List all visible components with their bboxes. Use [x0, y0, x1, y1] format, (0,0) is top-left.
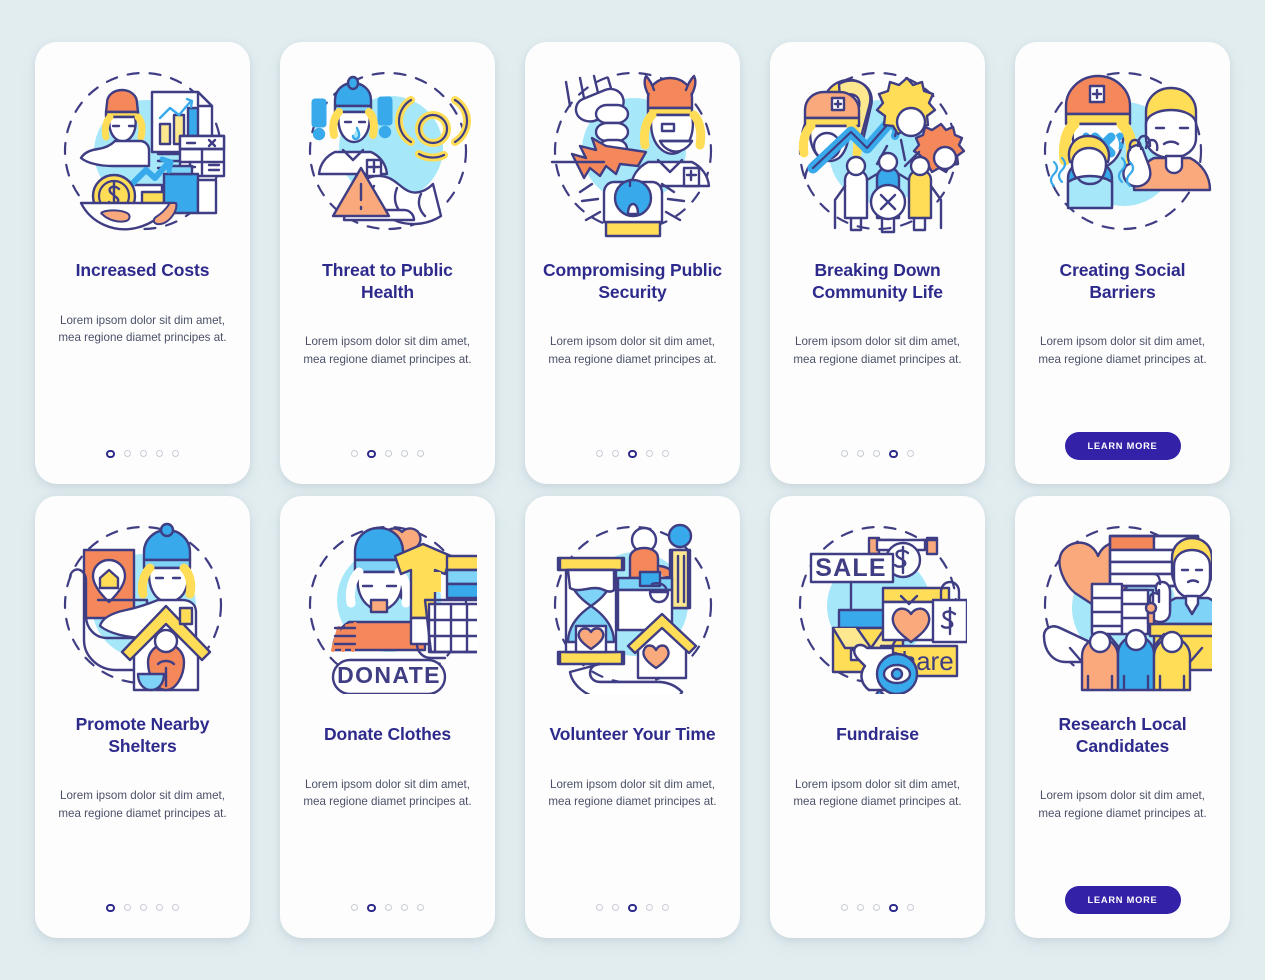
pagination-dot-1[interactable] [841, 450, 849, 458]
pagination-dots[interactable] [596, 449, 669, 485]
pagination-dots[interactable] [351, 903, 424, 939]
onboarding-screen-promote-nearby-shelters[interactable]: Promote Nearby Shelters Lorem ipsom dolo… [35, 496, 250, 938]
onboarding-screen-fundraise[interactable]: SALE Share Fundraise Lorem ipsom dolor s… [770, 496, 985, 938]
pagination-dot-1[interactable] [106, 449, 115, 458]
screen-body: Lorem ipsom dolor sit dim amet, mea regi… [1038, 335, 1207, 366]
pagination-dot-2[interactable] [612, 450, 620, 458]
pagination-dot-5[interactable] [661, 904, 669, 912]
pagination-dot-3[interactable] [873, 450, 881, 458]
pagination-dot-4[interactable] [155, 450, 163, 458]
screen-title: Fundraise [836, 724, 919, 744]
pagination-dot-4[interactable] [645, 904, 653, 912]
pagination-dot-4[interactable] [889, 903, 898, 912]
pagination-dot-2[interactable] [857, 904, 865, 912]
pagination-dots[interactable] [106, 449, 179, 485]
illustration-fundraise: SALE Share [770, 496, 985, 708]
onboarding-screen-compromising-public-security[interactable]: Compromising Public Security Lorem ipsom… [525, 42, 740, 484]
pagination-dot-1[interactable] [106, 903, 115, 912]
onboarding-screen-donate-clothes[interactable]: DONATE Donate Clothes Lorem ipsom dolor … [280, 496, 495, 938]
screen-title: Creating Social Barriers [1059, 260, 1186, 302]
pagination-dot-4[interactable] [645, 450, 653, 458]
screen-body: Lorem ipsom dolor sit dim amet, mea regi… [303, 777, 472, 808]
pagination-dots[interactable] [841, 449, 914, 485]
onboarding-screen-research-local-candidates[interactable]: Research Local Candidates Lorem ipsom do… [1015, 496, 1230, 938]
illustration-breaking-down-community-life [770, 42, 985, 254]
pagination-dot-2[interactable] [123, 450, 131, 458]
pagination-dot-2[interactable] [367, 903, 376, 912]
illustration-promote-nearby-shelters [35, 496, 250, 708]
onboarding-screen-breaking-down-community-life[interactable]: Breaking Down Community Life Lorem ipsom… [770, 42, 985, 484]
pagination-dot-4[interactable] [400, 904, 408, 912]
illustration-volunteer-your-time [525, 496, 740, 708]
screen-title: Increased Costs [75, 260, 210, 280]
pagination-dot-2[interactable] [857, 450, 865, 458]
screen-title: Research Local Candidates [1058, 714, 1187, 756]
pagination-dot-4[interactable] [889, 449, 898, 458]
screen-body: Lorem ipsom dolor sit dim amet, mea regi… [1038, 789, 1207, 820]
pagination-dot-2[interactable] [367, 449, 376, 458]
illustration-compromising-public-security [525, 42, 740, 254]
illustration-donate-clothes: DONATE [280, 496, 495, 708]
pagination-dot-5[interactable] [171, 450, 179, 458]
pagination-dot-2[interactable] [123, 904, 131, 912]
screen-body: Lorem ipsom dolor sit dim amet, mea regi… [58, 789, 227, 820]
pagination-dot-4[interactable] [400, 450, 408, 458]
screen-body: Lorem ipsom dolor sit dim amet, mea regi… [58, 313, 227, 344]
onboarding-screen-volunteer-your-time[interactable]: Volunteer Your Time Lorem ipsom dolor si… [525, 496, 740, 938]
pagination-dot-3[interactable] [139, 904, 147, 912]
pagination-dots[interactable] [596, 903, 669, 939]
pagination-dot-3[interactable] [384, 904, 392, 912]
onboarding-screen-creating-social-barriers[interactable]: Creating Social Barriers Lorem ipsom dol… [1015, 42, 1230, 484]
screen-title: Promote Nearby Shelters [75, 714, 210, 756]
illustration-threat-to-public-health [280, 42, 495, 254]
sale-illustration-label: SALE [815, 554, 886, 582]
onboarding-screens-board: Increased Costs Lorem ipsom dolor sit di… [0, 0, 1265, 980]
pagination-dot-5[interactable] [416, 450, 424, 458]
pagination-dot-3[interactable] [628, 903, 637, 912]
pagination-dot-2[interactable] [612, 904, 620, 912]
pagination-dot-3[interactable] [139, 450, 147, 458]
screen-body: Lorem ipsom dolor sit dim amet, mea regi… [548, 777, 717, 808]
pagination-dot-4[interactable] [155, 904, 163, 912]
pagination-dots[interactable] [106, 903, 179, 939]
pagination-dot-1[interactable] [841, 904, 849, 912]
pagination-dots[interactable] [841, 903, 914, 939]
screen-body: Lorem ipsom dolor sit dim amet, mea regi… [548, 335, 717, 366]
screen-title: Breaking Down Community Life [812, 260, 943, 302]
onboarding-screen-threat-to-public-health[interactable]: Threat to Public Health Lorem ipsom dolo… [280, 42, 495, 484]
donate-illustration-label: DONATE [337, 662, 441, 688]
pagination-dot-5[interactable] [906, 904, 914, 912]
pagination-dot-5[interactable] [416, 904, 424, 912]
illustration-creating-social-barriers [1015, 42, 1230, 254]
screen-body: Lorem ipsom dolor sit dim amet, mea regi… [303, 335, 472, 366]
screen-body: Lorem ipsom dolor sit dim amet, mea regi… [793, 777, 962, 808]
pagination-dot-3[interactable] [628, 449, 637, 458]
illustration-research-local-candidates [1015, 496, 1230, 708]
pagination-dot-1[interactable] [596, 904, 604, 912]
screen-title: Threat to Public Health [322, 260, 453, 302]
screen-title: Volunteer Your Time [549, 724, 716, 744]
screen-body: Lorem ipsom dolor sit dim amet, mea regi… [793, 335, 962, 366]
pagination-dot-3[interactable] [384, 450, 392, 458]
pagination-dot-3[interactable] [873, 904, 881, 912]
pagination-dots[interactable] [351, 449, 424, 485]
pagination-dot-5[interactable] [171, 904, 179, 912]
screen-title: Compromising Public Security [543, 260, 722, 302]
learn-more-button[interactable]: LEARN MORE [1064, 432, 1181, 460]
onboarding-screen-increased-costs[interactable]: Increased Costs Lorem ipsom dolor sit di… [35, 42, 250, 484]
pagination-dot-5[interactable] [906, 450, 914, 458]
pagination-dot-1[interactable] [351, 904, 359, 912]
learn-more-button[interactable]: LEARN MORE [1064, 886, 1181, 914]
illustration-increased-costs [35, 42, 250, 254]
pagination-dot-5[interactable] [661, 450, 669, 458]
screen-title: Donate Clothes [324, 724, 451, 744]
pagination-dot-1[interactable] [351, 450, 359, 458]
pagination-dot-1[interactable] [596, 450, 604, 458]
